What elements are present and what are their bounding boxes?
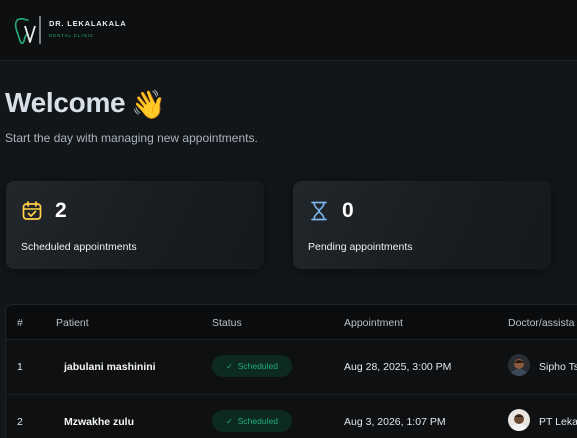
column-patient[interactable]: Patient [56,317,89,329]
appointments-table: # Patient Status Appointment Doctor/assi… [5,304,577,438]
status-label: Scheduled [237,416,278,426]
column-doctor[interactable]: Doctor/assista [508,317,575,329]
status-badge: ✓ Scheduled [212,355,292,377]
pending-label: Pending appointments [308,241,413,253]
brand-subtitle: DENTAL CLINIC [49,33,94,38]
appointment-date: Aug 28, 2025, 3:00 PM [344,361,452,373]
pending-count: 0 [342,199,354,222]
table-row[interactable]: 1 jabulani mashinini ✓ Scheduled Aug 28,… [6,340,577,395]
status-badge: ✓ Scheduled [212,410,292,432]
brand-name: DR. LEKALAKALA [49,19,127,28]
patient-name: Mzwakhe zulu [64,416,135,428]
column-appointment[interactable]: Appointment [344,317,403,329]
dashboard-page: DR. LEKALAKALA DENTAL CLINIC Welcome 👋 St… [0,0,577,438]
doctor-name: PT Lekal [539,416,577,428]
tooth-logo-icon[interactable] [12,12,48,48]
stat-card-pending: 0 Pending appointments [293,181,551,269]
row-number: 2 [17,416,23,428]
hourglass-icon [311,201,327,221]
doctor-avatar [508,409,530,431]
top-bar: DR. LEKALAKALA DENTAL CLINIC [0,0,577,61]
waving-hand-icon: 👋 [131,89,166,120]
calendar-check-icon [22,201,42,220]
status-label: Scheduled [237,361,278,371]
check-icon: ✓ [226,416,233,426]
welcome-text: Welcome [5,87,126,118]
scheduled-count: 2 [55,199,67,222]
appointment-date: Aug 3, 2026, 1:07 PM [344,416,446,428]
row-number: 1 [17,361,23,373]
doctor-avatar [508,354,530,376]
patient-name: jabulani mashinini [64,361,156,373]
check-icon: ✓ [226,361,233,371]
table-row[interactable]: 2 Mzwakhe zulu ✓ Scheduled Aug 3, 2026, … [6,395,577,438]
column-status[interactable]: Status [212,317,242,329]
table-header: # Patient Status Appointment Doctor/assi… [6,305,577,340]
stat-card-scheduled: 2 Scheduled appointments [6,181,264,269]
column-number[interactable]: # [17,317,23,329]
scheduled-label: Scheduled appointments [21,241,137,253]
page-title: Welcome 👋 [5,87,166,121]
doctor-name: Sipho Ts [539,361,577,373]
page-subtitle: Start the day with managing new appointm… [5,131,258,145]
